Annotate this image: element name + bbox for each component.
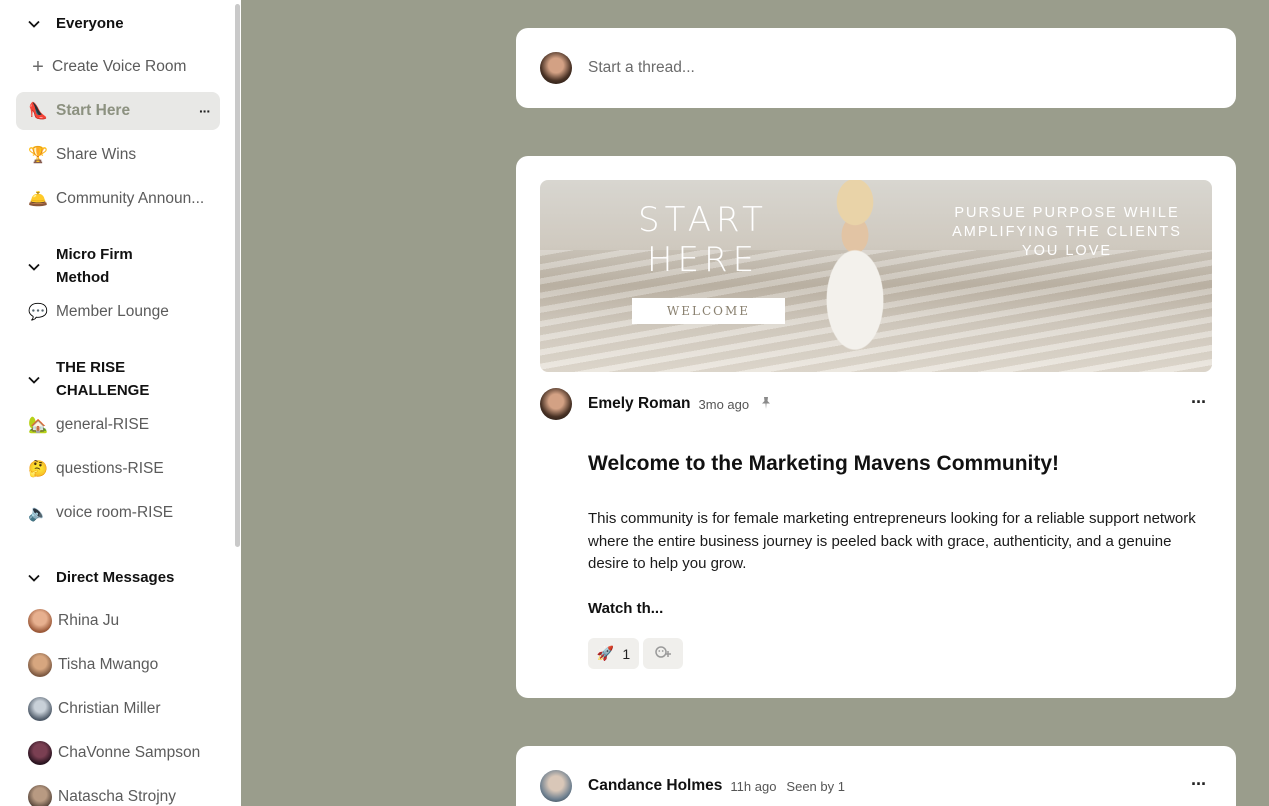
avatar[interactable] [540,770,572,802]
avatar [28,609,52,633]
sidebar-item-community-announcements[interactable]: 🛎️ Community Announ... [16,180,220,218]
house-icon: 🏡 [28,417,48,434]
avatar [28,741,52,765]
post-more-options-icon[interactable]: ··· [1191,774,1207,795]
chevron-down-icon [28,368,44,391]
speaker-icon: 🔈 [28,505,48,522]
sidebar: Everyone + Create Voice Room 👠 Start Her… [0,0,241,806]
section-title: THE RISE CHALLENGE [56,359,150,399]
seen-by-count[interactable]: Seen by 1 [786,779,845,794]
sidebar-item-share-wins[interactable]: 🏆 Share Wins [16,136,220,174]
post-title: Welcome to the Marketing Mavens Communit… [588,452,1060,475]
avatar [540,52,572,84]
add-reaction-button[interactable] [643,638,683,669]
dm-name: ChaVonne Sampson [58,744,201,761]
post-author[interactable]: Emely Roman [588,395,691,413]
post-card: Candance Holmes 11h ago Seen by 1 ··· [516,746,1236,806]
plus-icon: + [32,55,44,78]
banner-tagline: PURSUE PURPOSE WHILE AMPLIFYING THE CLIE… [952,205,1182,259]
reaction-rocket[interactable]: 🚀 1 [588,638,639,669]
sidebar-item-general-rise[interactable]: 🏡 general-RISE [16,406,220,444]
dm-name: Christian Miller [58,700,161,717]
banner-welcome-label: WELCOME [632,298,785,324]
trophy-icon: 🏆 [28,147,48,164]
pin-icon [759,396,773,413]
post-time: 3mo ago [698,396,750,412]
post-card: START HERE WELCOME PURSUE PURPOSE WHILE … [516,156,1236,698]
dm-item-rhina-ju[interactable]: Rhina Ju [16,602,220,640]
sidebar-item-member-lounge[interactable]: 💬 Member Lounge [16,293,220,331]
section-direct-messages[interactable]: Direct Messages [28,566,174,589]
high-heel-icon: 👠 [28,103,48,120]
post-time: 11h ago [730,778,777,794]
speech-bubble-icon: 💬 [28,304,48,321]
avatar[interactable] [540,388,572,420]
section-everyone[interactable]: Everyone [28,12,124,35]
banner-title: START HERE [638,200,768,280]
sidebar-item-label: general-RISE [56,416,150,433]
rocket-icon: 🚀 [596,645,615,661]
post-header: Emely Roman 3mo ago [540,388,773,420]
post-body: This community is for female marketing e… [588,510,1196,572]
thinking-face-icon: 🤔 [28,461,48,478]
avatar [28,653,52,677]
avatar [28,697,52,721]
more-options-icon[interactable]: ··· [199,103,211,119]
sidebar-item-questions-rise[interactable]: 🤔 questions-RISE [16,450,220,488]
section-the-rise-challenge[interactable]: THE RISE CHALLENGE [28,356,208,402]
post-more-options-icon[interactable]: ··· [1191,392,1207,413]
post-read-more[interactable]: Watch th... [588,600,663,617]
section-title: Micro Firm Method [56,246,133,286]
create-voice-room-label: Create Voice Room [52,58,187,75]
thread-composer[interactable]: Start a thread... [516,28,1236,108]
banner-figure [810,180,900,372]
dm-item-natascha-strojny[interactable]: Natascha Strojny [16,778,220,806]
create-voice-room-button[interactable]: + Create Voice Room [16,48,220,86]
thread-composer-placeholder[interactable]: Start a thread... [588,59,695,77]
sidebar-item-label: questions-RISE [56,460,164,477]
sidebar-scrollbar[interactable] [235,4,240,547]
post-author[interactable]: Candance Holmes [588,777,722,795]
section-micro-firm-method[interactable]: Micro Firm Method [28,243,208,289]
section-title: Direct Messages [56,569,175,586]
add-reaction-icon [654,645,672,662]
sidebar-item-label: voice room-RISE [56,504,174,521]
chevron-down-icon [28,255,44,278]
dm-name: Tisha Mwango [58,656,159,673]
dm-item-chavonne-sampson[interactable]: ChaVonne Sampson [16,734,220,772]
reaction-count: 1 [622,645,631,662]
dm-name: Natascha Strojny [58,788,177,805]
chevron-down-icon [28,566,44,589]
bell-icon: 🛎️ [28,191,48,208]
dm-name: Rhina Ju [58,612,120,629]
avatar [28,785,52,806]
sidebar-item-label: Start Here [56,102,131,119]
section-title: Everyone [56,15,124,32]
dm-item-tisha-mwango[interactable]: Tisha Mwango [16,646,220,684]
sidebar-item-start-here[interactable]: 👠 Start Here ··· [16,92,220,130]
sidebar-item-label: Share Wins [56,146,137,163]
sidebar-item-voice-room-rise[interactable]: 🔈 voice room-RISE [16,494,220,532]
sidebar-item-label: Community Announ... [56,190,205,207]
post-header: Candance Holmes 11h ago Seen by 1 [540,770,845,802]
post-banner-image: START HERE WELCOME PURSUE PURPOSE WHILE … [540,180,1212,372]
chevron-down-icon [28,12,44,35]
sidebar-item-label: Member Lounge [56,303,169,320]
dm-item-christian-miller[interactable]: Christian Miller [16,690,220,728]
